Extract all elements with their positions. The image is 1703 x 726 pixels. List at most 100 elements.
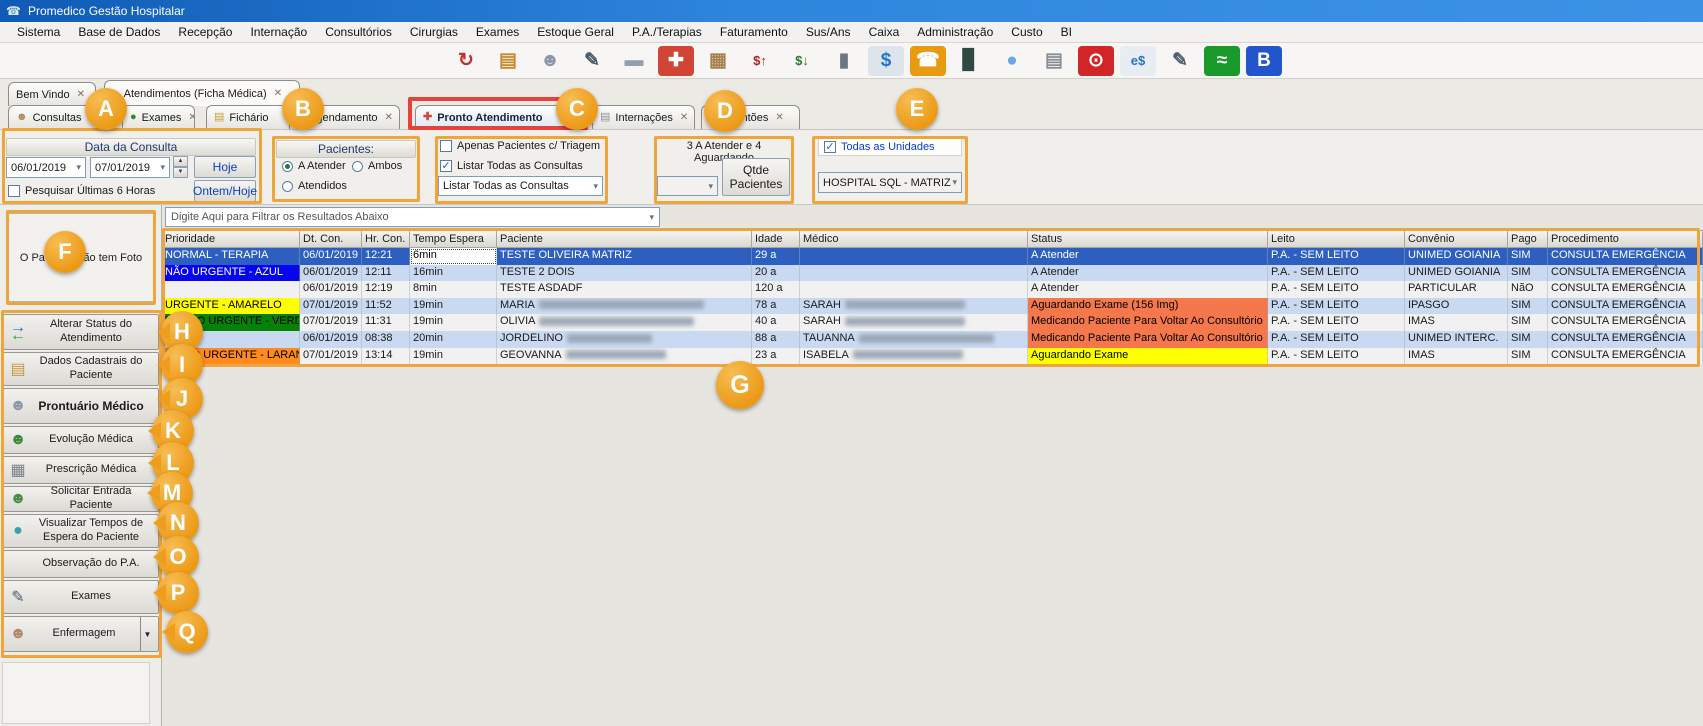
bi-icon[interactable]: B <box>1246 46 1282 76</box>
tab-close-icon[interactable]: ✕ <box>188 112 195 123</box>
power-icon[interactable]: ⊙ <box>1078 46 1114 76</box>
e-billing-icon[interactable]: e$ <box>1120 46 1156 76</box>
hoje-button[interactable]: Hoje <box>194 156 256 178</box>
hospital-bed-icon[interactable]: ▬ <box>616 46 652 76</box>
radio-ambos[interactable]: Ambos <box>352 160 402 172</box>
radio-icon[interactable] <box>282 161 293 172</box>
grid-filter-combo[interactable]: Digite Aqui para Filtrar os Resultados A… <box>165 207 660 227</box>
column-header-leito[interactable]: Leito <box>1268 230 1405 248</box>
evolucao-medica-button[interactable]: ☻Evolução Médica <box>3 426 159 454</box>
observacao-pa-button[interactable]: Observação do P.A. <box>3 550 159 578</box>
tab-close-icon[interactable]: ✕ <box>775 112 783 123</box>
combo-dropdown-icon[interactable]: ▾ <box>593 181 598 192</box>
checkbox-icon[interactable]: ✓ <box>440 160 452 172</box>
menu-item-consult-rios[interactable]: Consultórios <box>316 22 401 42</box>
table-row[interactable]: NORMAL - TERAPIA06/01/201912:216minTESTE… <box>162 248 1703 265</box>
table-row[interactable]: URGENTE - AMARELO07/01/201911:5219minMAR… <box>162 298 1703 315</box>
apenas-triagem-checkbox[interactable]: Apenas Pacientes c/ Triagem <box>440 140 600 152</box>
menu-item-recep-o[interactable]: Recepção <box>169 22 241 42</box>
menu-item-administra-o[interactable]: Administração <box>908 22 1002 42</box>
medical-record-icon[interactable]: ✎ <box>574 46 610 76</box>
revenue-up-icon[interactable]: $↑ <box>742 46 778 76</box>
ontem-hoje-button[interactable]: Ontem/Hoje <box>194 180 256 202</box>
spinner-up-icon[interactable]: ▲ <box>173 156 188 167</box>
radio-icon[interactable] <box>352 161 363 172</box>
prescricao-medica-button[interactable]: ▦Prescrição Médica <box>3 456 159 484</box>
qtde-pacientes-button[interactable]: Qtde Pacientes <box>722 158 790 196</box>
phonebook-icon[interactable]: ☎ <box>910 46 946 76</box>
date-to-dropdown-icon[interactable]: ▾ <box>160 162 165 173</box>
contador-combo[interactable]: ▾ <box>657 176 718 196</box>
ambulance-icon[interactable]: ✚ <box>658 46 694 76</box>
combo-dropdown-icon[interactable]: ▾ <box>708 181 713 192</box>
menu-item-sus-ans[interactable]: Sus/Ans <box>797 22 860 42</box>
tab-close-icon[interactable]: ✕ <box>680 112 688 123</box>
enfermagem-button[interactable]: ☻Enfermagem▼ <box>3 616 159 652</box>
billing-calculator-icon[interactable]: $ <box>868 46 904 76</box>
combo-dropdown-icon[interactable]: ▾ <box>649 212 654 223</box>
chat-icon[interactable]: ● <box>994 46 1030 76</box>
menu-item-faturamento[interactable]: Faturamento <box>711 22 797 42</box>
exames-button[interactable]: ✎Exames <box>3 580 159 614</box>
column-header-conv-nio[interactable]: Convênio <box>1405 230 1508 248</box>
date-from-dropdown-icon[interactable]: ▾ <box>76 162 81 173</box>
tab-close-icon[interactable]: ✕ <box>385 112 393 123</box>
sync-patients-icon[interactable]: ↻ <box>448 46 484 76</box>
table-row[interactable]: 06/01/201908:3820minJORDELINO88 aTAUANNA… <box>162 331 1703 348</box>
menu-item-cirurgias[interactable]: Cirurgias <box>401 22 467 42</box>
column-header-pago[interactable]: Pago <box>1508 230 1548 248</box>
spinner-down-icon[interactable]: ▼ <box>173 167 188 178</box>
tab-bem-vindo[interactable]: Bem Vindo✕ <box>8 82 96 106</box>
tab-atendimentos-ficha-m-dica-[interactable]: ●Atendimentos (Ficha Médica)✕ <box>104 80 300 106</box>
menu-item-exames[interactable]: Exames <box>467 22 528 42</box>
table-row[interactable]: POUCO URGENTE - VERDE07/01/201911:3119mi… <box>162 314 1703 331</box>
tab-consultas[interactable]: ☻Consultas <box>8 105 112 129</box>
safe-icon[interactable]: ▮ <box>826 46 862 76</box>
menu-item-caixa[interactable]: Caixa <box>860 22 909 42</box>
radio-atendidos[interactable]: Atendidos <box>282 180 347 192</box>
stock-box-icon[interactable]: ▦ <box>700 46 736 76</box>
date-to-field[interactable]: 07/01/2019 ▾ <box>90 157 170 178</box>
column-header-prioridade[interactable]: Prioridade <box>162 230 300 248</box>
checkbox-icon[interactable] <box>8 185 20 197</box>
tab-close-icon[interactable]: ✕ <box>77 89 85 100</box>
tab-agendamento[interactable]: Agendamento✕ <box>296 105 400 129</box>
date-spinner[interactable]: ▲ ▼ <box>173 156 188 178</box>
table-row[interactable]: MUITO URGENTE - LARANJA07/01/201913:1419… <box>162 348 1703 365</box>
menu-item-p-a-terapias[interactable]: P.A./Terapias <box>623 22 711 42</box>
tab-pronto-atendimento[interactable]: ✚Pronto Atendimento <box>415 105 583 129</box>
todas-unidades-checkbox[interactable]: ✓ Todas as Unidades <box>824 141 935 153</box>
listar-todas-combo[interactable]: Listar Todas as Consultas ▾ <box>438 176 603 196</box>
pesquisar-6h-checkbox[interactable]: Pesquisar Últimas 6 Horas <box>8 185 155 197</box>
tab-fich-rio[interactable]: ▤Fichário <box>206 105 290 129</box>
menu-item-base-de-dados[interactable]: Base de Dados <box>69 22 169 42</box>
column-header-hr-con-[interactable]: Hr. Con. <box>362 230 410 248</box>
prescription-icon[interactable]: ✎ <box>1162 46 1198 76</box>
unidade-combo[interactable]: HOSPITAL SQL - MATRIZ ▾ <box>818 172 962 193</box>
vitals-monitor-icon[interactable]: ≈ <box>1204 46 1240 76</box>
radio-a-atender[interactable]: A Atender <box>282 160 346 172</box>
tab-interna-es[interactable]: ▤Internações✕ <box>592 105 695 129</box>
alterar-status-button[interactable]: →←Alterar Status do Atendimento <box>3 314 159 350</box>
visualizar-tempos-button[interactable]: ●Visualizar Tempos de Espera do Paciente <box>3 514 159 548</box>
checkbox-icon[interactable]: ✓ <box>824 141 836 153</box>
tab-exames[interactable]: ●Exames✕ <box>122 105 195 129</box>
column-header-m-dico[interactable]: Médico <box>800 230 1028 248</box>
doctor-icon[interactable]: ☻ <box>532 46 568 76</box>
column-header-dt-con-[interactable]: Dt. Con. <box>300 230 362 248</box>
column-header-tempo-espera[interactable]: Tempo Espera <box>410 230 497 248</box>
menu-item-sistema[interactable]: Sistema <box>8 22 69 42</box>
date-from-field[interactable]: 06/01/2019 ▾ <box>6 157 86 178</box>
solicitar-entrada-button[interactable]: ☻Solicitar Entrada Paciente <box>3 486 159 512</box>
menu-item-custo[interactable]: Custo <box>1002 22 1051 42</box>
menu-item-interna-o[interactable]: Internação <box>241 22 316 42</box>
column-header-status[interactable]: Status <box>1028 230 1268 248</box>
radio-icon[interactable] <box>282 181 293 192</box>
listar-todas-checkbox[interactable]: ✓ Listar Todas as Consultas <box>440 160 583 172</box>
menu-item-bi[interactable]: BI <box>1052 22 1081 42</box>
tab-plant-es[interactable]: ☻Plantões✕ <box>701 105 800 129</box>
dados-cadastrais-button[interactable]: ▤Dados Cadastrais do Paciente <box>3 352 159 386</box>
column-header-procedimento[interactable]: Procedimento <box>1548 230 1703 248</box>
combo-dropdown-icon[interactable]: ▾ <box>952 177 957 188</box>
checkbox-icon[interactable] <box>440 140 452 152</box>
